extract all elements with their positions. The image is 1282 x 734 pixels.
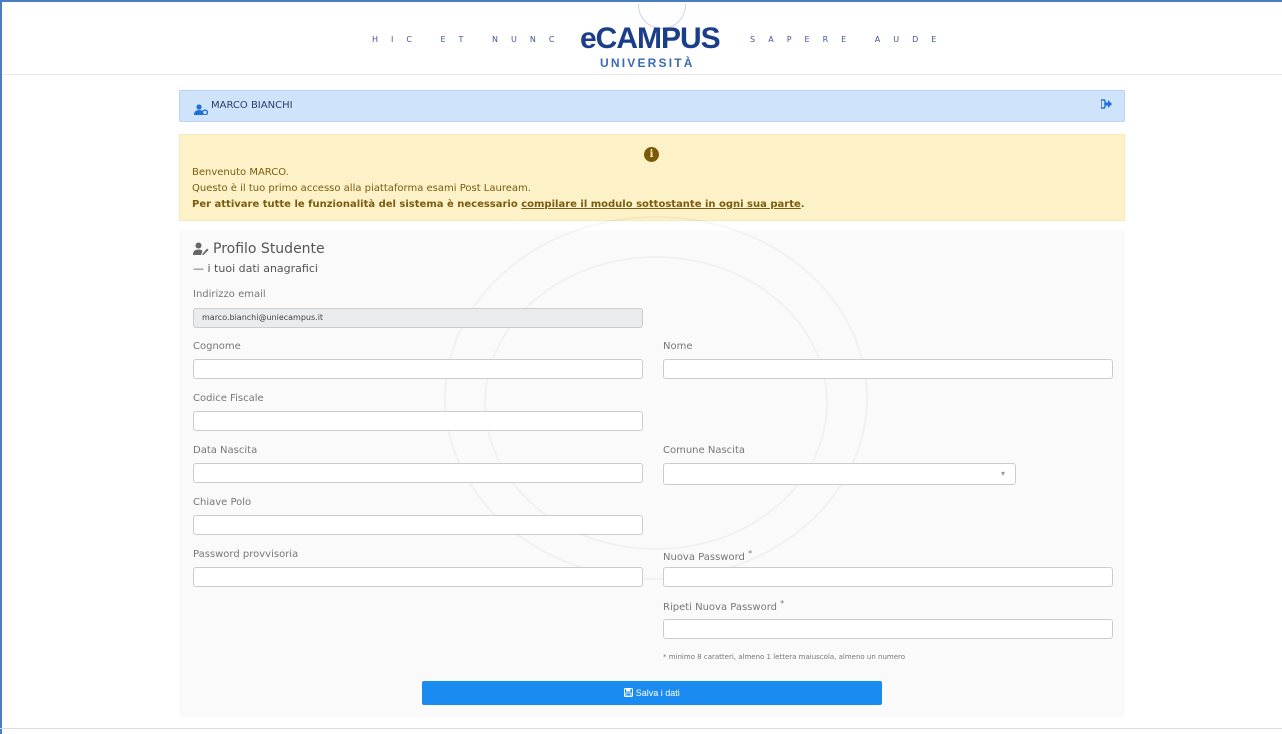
motto-left: HIC ET NUNC bbox=[372, 35, 568, 44]
alert-form-link[interactable]: compilare il modulo sottostante in ogni … bbox=[521, 199, 801, 210]
password-hint: * minimo 8 caratteri, almeno 1 lettera m… bbox=[663, 653, 906, 661]
user-edit-icon bbox=[193, 242, 209, 259]
floppy-disk-icon bbox=[624, 688, 636, 698]
ripeti-password-field[interactable] bbox=[663, 619, 1113, 639]
alert-instruction-suffix: . bbox=[800, 199, 805, 210]
nome-label: Nome bbox=[663, 341, 693, 352]
cognome-label: Cognome bbox=[193, 341, 241, 352]
welcome-alert: i Benvenuto MARCO. Questo è il tuo primo… bbox=[179, 134, 1125, 221]
alert-greeting: Benvenuto MARCO. bbox=[192, 167, 289, 178]
user-bar: MARCO BIANCHI bbox=[179, 90, 1125, 122]
required-mark: * bbox=[780, 599, 785, 608]
window-frame-left bbox=[0, 0, 2, 734]
alert-instruction: Per attivare tutte le funzionalità del s… bbox=[192, 199, 805, 210]
ecampus-logo[interactable]: eCAMPUS UNIVERSITÀ bbox=[580, 4, 740, 72]
data-nascita-field[interactable] bbox=[193, 463, 643, 483]
password-provvisoria-label: Password provvisoria bbox=[193, 549, 299, 560]
required-mark: * bbox=[748, 549, 753, 558]
password-provvisoria-field[interactable] bbox=[193, 567, 643, 587]
data-nascita-label: Data Nascita bbox=[193, 445, 258, 456]
nome-field[interactable] bbox=[663, 359, 1113, 379]
user-gear-icon bbox=[194, 100, 209, 119]
info-circle-icon: i bbox=[644, 147, 659, 162]
profile-form-panel: Profilo Studente — i tuoi dati anagrafic… bbox=[179, 231, 1125, 717]
chevron-down-icon: ▾ bbox=[1000, 469, 1005, 478]
logo-subtitle: UNIVERSITÀ bbox=[600, 56, 695, 70]
university-seal-watermark-inner bbox=[484, 256, 828, 550]
cognome-field[interactable] bbox=[193, 359, 643, 379]
chiave-polo-field[interactable] bbox=[193, 515, 643, 535]
ripeti-password-label-text: Ripeti Nuova Password bbox=[663, 602, 777, 613]
motto-right: SAPERE AUDE bbox=[750, 35, 950, 44]
email-field[interactable]: marco.bianchi@uniecampus.it bbox=[193, 308, 643, 328]
codice-fiscale-field[interactable] bbox=[193, 411, 643, 431]
ripeti-password-label: Ripeti Nuova Password * bbox=[663, 599, 784, 613]
profile-title: Profilo Studente bbox=[193, 241, 325, 259]
sign-out-icon[interactable] bbox=[1100, 99, 1112, 112]
site-header: HIC ET NUNC eCAMPUS UNIVERSITÀ SAPERE AU… bbox=[2, 2, 1282, 75]
profile-subtitle: — i tuoi dati anagrafici bbox=[193, 262, 318, 275]
nuova-password-label-text: Nuova Password bbox=[663, 552, 745, 563]
codice-fiscale-label: Codice Fiscale bbox=[193, 393, 264, 404]
alert-first-access: Questo è il tuo primo accesso alla piatt… bbox=[192, 183, 531, 194]
user-name: MARCO BIANCHI bbox=[211, 100, 293, 111]
footer-divider bbox=[0, 728, 1282, 729]
profile-title-text: Profilo Studente bbox=[213, 241, 325, 257]
comune-nascita-select[interactable]: ▾ bbox=[663, 463, 1016, 485]
nuova-password-label: Nuova Password * bbox=[663, 549, 752, 563]
email-label: Indirizzo email bbox=[193, 289, 266, 300]
nuova-password-field[interactable] bbox=[663, 567, 1113, 587]
chiave-polo-label: Chiave Polo bbox=[193, 497, 252, 508]
alert-instruction-prefix: Per attivare tutte le funzionalità del s… bbox=[192, 199, 522, 210]
logo-wordmark: eCAMPUS bbox=[580, 22, 721, 55]
save-button-label: Salva i dati bbox=[635, 688, 680, 698]
comune-nascita-label: Comune Nascita bbox=[663, 445, 745, 456]
save-button[interactable]: Salva i dati bbox=[422, 681, 882, 705]
